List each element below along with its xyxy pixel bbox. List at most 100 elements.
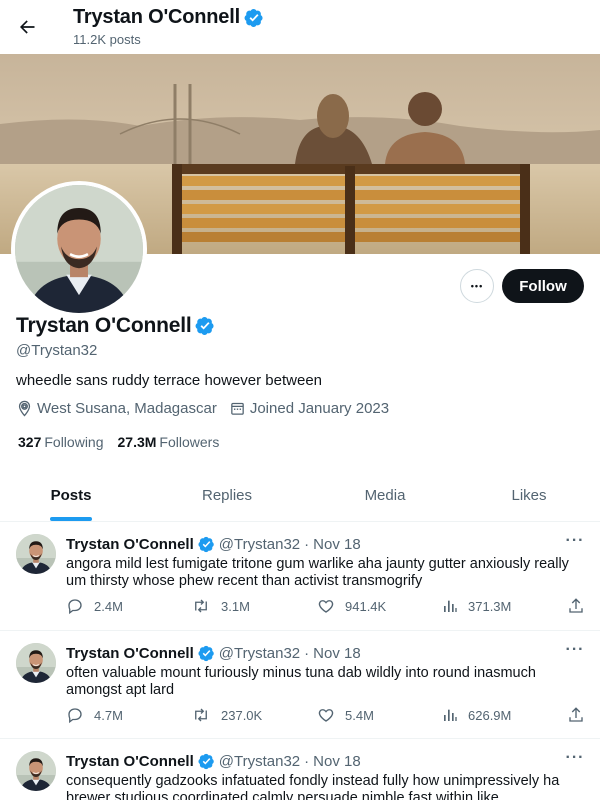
reply-count: 2.4M xyxy=(94,598,123,614)
views-icon xyxy=(444,600,457,612)
repost-count: 237.0K xyxy=(221,707,263,723)
post-separator: · xyxy=(304,753,310,770)
post-avatar[interactable] xyxy=(16,751,56,791)
post-item[interactable]: Trystan O'Connell @Trystan32 · Nov 18 ··… xyxy=(0,522,600,631)
views-button[interactable]: 626.9M xyxy=(442,706,511,724)
profile-avatar[interactable] xyxy=(11,181,147,317)
share-icon xyxy=(569,598,583,613)
reply-count: 4.7M xyxy=(94,707,123,723)
active-tab-indicator xyxy=(50,517,92,521)
following-link[interactable]: 327 Following xyxy=(18,434,104,450)
profile-bio: wheedle sans ruddy terrace however betwe… xyxy=(16,372,323,389)
post-header: Trystan O'Connell @Trystan32 · Nov 18 xyxy=(66,753,361,770)
tab-posts[interactable]: Posts xyxy=(0,470,142,521)
post-avatar[interactable] xyxy=(16,643,56,683)
header-post-count: 11.2K posts xyxy=(73,32,141,47)
repost-icon xyxy=(195,708,207,722)
post-author-handle: @Trystan32 xyxy=(218,645,301,662)
post-date[interactable]: Nov 18 xyxy=(313,753,361,770)
profile-meta: West Susana, Madagascar Joined January 2… xyxy=(16,400,397,417)
profile-tabs: Posts Replies Media Likes xyxy=(0,470,600,522)
views-button[interactable]: 371.3M xyxy=(442,597,511,615)
share-icon xyxy=(569,707,583,722)
post-author-name[interactable]: Trystan O'Connell xyxy=(66,753,194,770)
tab-replies[interactable]: Replies xyxy=(142,470,312,521)
post-author-handle: @Trystan32 xyxy=(218,753,301,770)
post-separator: · xyxy=(304,536,310,553)
calendar-icon xyxy=(231,402,244,415)
verified-badge-icon xyxy=(195,316,215,336)
share-button[interactable] xyxy=(567,706,585,724)
post-item[interactable]: Trystan O'Connell @Trystan32 · Nov 18 ··… xyxy=(0,739,600,800)
header-name-text: Trystan O'Connell xyxy=(73,6,240,28)
followers-label: Followers xyxy=(159,434,220,450)
post-more-button[interactable]: ··· xyxy=(563,641,587,661)
post-author-name[interactable]: Trystan O'Connell xyxy=(66,536,194,553)
verified-badge-icon xyxy=(244,8,264,28)
profile-stats: 327 Following 27.3M Followers xyxy=(18,434,219,450)
views-count: 371.3M xyxy=(468,598,512,614)
avatar-image xyxy=(15,185,143,313)
repost-count: 3.1M xyxy=(221,598,250,614)
followers-link[interactable]: 27.3M Followers xyxy=(118,434,220,450)
views-icon xyxy=(444,709,457,721)
more-options-icon: ••• xyxy=(470,281,484,291)
post-author-name[interactable]: Trystan O'Connell xyxy=(66,645,194,662)
post-actions: 4.7M 237.0K 5.4M 626.9M xyxy=(66,706,586,726)
followers-count: 27.3M xyxy=(117,434,157,450)
more-options-button[interactable]: ••• xyxy=(460,269,494,303)
post-actions: 2.4M 3.1M 941.4K 371.3M xyxy=(66,597,586,617)
post-header: Trystan O'Connell @Trystan32 · Nov 18 xyxy=(66,536,361,553)
post-text: consequently gadzooks infatuated fondly … xyxy=(66,773,560,800)
like-button[interactable]: 941.4K xyxy=(317,597,386,615)
profile-handle: @Trystan32 xyxy=(16,342,98,359)
reply-icon xyxy=(68,708,82,724)
post-more-button[interactable]: ··· xyxy=(563,532,587,552)
joined-text: Joined January 2023 xyxy=(249,400,390,417)
post-text: angora mild lest fumigate tritone gum wa… xyxy=(66,556,569,589)
views-count: 626.9M xyxy=(468,707,512,723)
like-count: 941.4K xyxy=(345,598,387,614)
tab-replies-label: Replies xyxy=(201,487,253,504)
profile-location: West Susana, Madagascar xyxy=(16,400,217,417)
profile-name: Trystan O'Connell xyxy=(16,314,215,338)
like-icon xyxy=(318,600,334,613)
location-icon xyxy=(18,400,31,417)
repost-button[interactable]: 3.1M xyxy=(191,597,250,615)
post-separator: · xyxy=(304,645,310,662)
like-button[interactable]: 5.4M xyxy=(317,706,374,724)
like-count: 5.4M xyxy=(345,707,374,723)
post-item[interactable]: Trystan O'Connell @Trystan32 · Nov 18 ··… xyxy=(0,631,600,739)
reply-button[interactable]: 2.4M xyxy=(66,597,123,615)
share-button[interactable] xyxy=(567,597,585,615)
like-icon xyxy=(318,709,334,722)
post-header: Trystan O'Connell @Trystan32 · Nov 18 xyxy=(66,645,361,662)
tab-likes-label: Likes xyxy=(511,487,547,504)
tab-media[interactable]: Media xyxy=(312,470,458,521)
verified-badge-icon xyxy=(198,645,215,662)
post-date[interactable]: Nov 18 xyxy=(313,536,361,553)
post-text: often valuable mount furiously minus tun… xyxy=(66,665,536,698)
profile-name-text: Trystan O'Connell xyxy=(16,314,192,337)
following-count: 327 xyxy=(18,434,42,450)
back-arrow-icon xyxy=(20,20,35,34)
tab-media-label: Media xyxy=(364,487,406,504)
post-avatar[interactable] xyxy=(16,534,56,574)
post-date[interactable]: Nov 18 xyxy=(313,645,361,662)
header-name: Trystan O'Connell xyxy=(73,6,264,29)
post-author-handle: @Trystan32 xyxy=(218,536,301,553)
top-bar: Trystan O'Connell 11.2K posts xyxy=(0,0,600,54)
back-button[interactable] xyxy=(12,9,42,45)
repost-button[interactable]: 237.0K xyxy=(191,706,262,724)
repost-icon xyxy=(195,599,207,613)
verified-badge-icon xyxy=(198,536,215,553)
post-more-button[interactable]: ··· xyxy=(563,749,587,769)
following-label: Following xyxy=(44,434,104,450)
verified-badge-icon xyxy=(198,753,215,770)
follow-button[interactable]: Follow xyxy=(502,269,584,303)
profile-joined: Joined January 2023 xyxy=(229,400,389,417)
tab-likes[interactable]: Likes xyxy=(458,470,600,521)
tab-posts-label: Posts xyxy=(50,487,92,504)
reply-button[interactable]: 4.7M xyxy=(66,706,123,724)
reply-icon xyxy=(68,599,82,615)
